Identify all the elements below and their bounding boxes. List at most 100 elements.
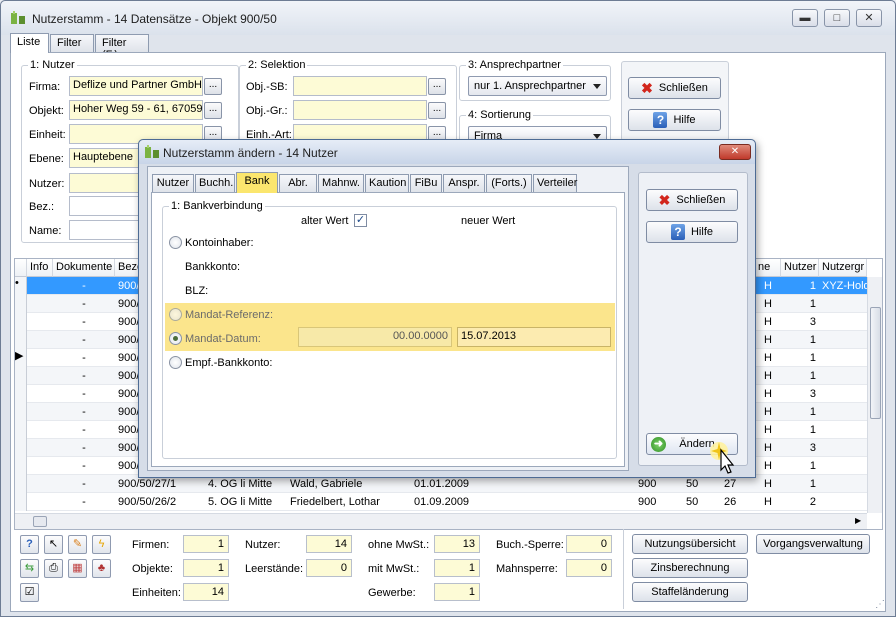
vorgangsverwaltung-button[interactable]: Vorgangsverwaltung — [756, 534, 870, 554]
ebene-cell: H — [764, 280, 772, 292]
mandat-datum-new-field[interactable]: 15.07.2013 — [457, 327, 611, 347]
ebene-cell: H — [764, 496, 772, 508]
title-bar: Nutzerstamm - 14 Datensätze - Objekt 900… — [1, 1, 895, 35]
info-cell — [27, 313, 53, 331]
empf-bankkonto-radio[interactable] — [169, 356, 182, 369]
info-cell — [27, 349, 53, 367]
lightning-icon[interactable]: ϟ — [92, 535, 111, 554]
minimize-button[interactable]: ▬ — [792, 9, 818, 27]
mandat-referenz-radio[interactable] — [169, 308, 182, 321]
cursor-icon[interactable]: ↖ — [44, 535, 63, 554]
objsb-browse-button[interactable]: ... — [428, 78, 446, 95]
vertical-scroll-thumb[interactable] — [870, 307, 881, 419]
tab-nutzer[interactable]: Nutzer — [152, 174, 194, 192]
dokumente-cell: - — [82, 388, 86, 400]
grid-icon[interactable]: ▦ — [68, 559, 87, 578]
mit-mwst-label: mit MwSt.: — [368, 563, 420, 575]
nutzer-field[interactable] — [69, 173, 141, 193]
help-label: Hilfe — [673, 114, 696, 126]
dialog-help-button[interactable]: ? Hilfe — [646, 221, 738, 243]
help-button[interactable]: ? Hilfe — [628, 109, 721, 131]
maximize-button[interactable]: □ — [824, 9, 850, 27]
horizontal-scrollbar[interactable]: ▶ — [15, 513, 867, 529]
dokumente-cell: - — [82, 406, 86, 418]
objekt-label: Objekt: — [29, 105, 64, 117]
pencil-icon[interactable]: ✎ — [68, 535, 87, 554]
firma-field[interactable]: Deflize und Partner GmbH — [69, 76, 203, 96]
app-icon — [11, 11, 25, 24]
grid-header-ebene[interactable]: ne — [755, 259, 781, 277]
close-window-button[interactable]: ✕ — [856, 9, 882, 27]
tab-buchh[interactable]: Buchh. — [195, 174, 235, 192]
staffelaenderung-button[interactable]: Staffeländerung — [632, 582, 748, 602]
grid-header-info[interactable]: Info — [27, 259, 53, 277]
dokumente-cell: - — [82, 442, 86, 454]
checkbox-icon[interactable]: ☑ — [20, 583, 39, 602]
refresh-icon[interactable]: ⇆ — [20, 559, 39, 578]
print-icon[interactable]: ⎙ — [44, 559, 63, 578]
tab-mahnw[interactable]: Mahnw. — [318, 174, 364, 192]
ansprechpartner-select[interactable]: nur 1. Ansprechpartner — [468, 76, 607, 96]
nutzungsuebersicht-button[interactable]: Nutzungsübersicht — [632, 534, 748, 554]
mandat-datum-old-field: 00.00.0000 — [298, 327, 452, 347]
close-button[interactable]: ✖ Schließen — [628, 77, 721, 99]
objgr-browse-button[interactable]: ... — [428, 102, 446, 119]
scroll-right-icon[interactable]: ▶ — [855, 516, 861, 525]
firmen-label: Firmen: — [132, 539, 170, 551]
firmen-count: 1 — [183, 535, 229, 553]
objgr-field[interactable] — [293, 100, 427, 120]
resize-grip-icon[interactable]: ⋰ — [875, 599, 885, 610]
dokumente-cell: - — [82, 316, 86, 328]
nutzergruppe-cell — [819, 457, 867, 475]
gewerbe-count: 1 — [434, 583, 480, 601]
horizontal-scroll-thumb[interactable] — [33, 516, 47, 527]
objekt-field[interactable]: Hoher Weg 59 - 61, 67059 — [69, 100, 203, 120]
code-b-cell: 50 — [686, 496, 699, 508]
kontoinhaber-radio[interactable] — [169, 236, 182, 249]
firma-browse-button[interactable]: ... — [204, 78, 222, 95]
help-icon[interactable]: ? — [20, 535, 39, 554]
tab-liste[interactable]: Liste — [10, 33, 49, 53]
tab-abr[interactable]: Abr. — [279, 174, 317, 192]
row-indicator — [15, 457, 27, 475]
mandat-datum-label: Mandat-Datum: — [185, 333, 261, 345]
nutzergruppe-cell — [819, 295, 867, 313]
nutzer-cell: 2 — [809, 496, 816, 508]
objekt-browse-button[interactable]: ... — [204, 102, 222, 119]
dokumente-cell: - — [82, 460, 86, 472]
close-icon: ✖ — [641, 80, 653, 96]
dialog-close-button[interactable]: ✕ — [719, 144, 751, 160]
zinsberechnung-button[interactable]: Zinsberechnung — [632, 558, 748, 578]
bez-label: Bez.: — [29, 201, 55, 213]
objsb-field[interactable] — [293, 76, 427, 96]
arrow-right-icon: ➜ — [651, 437, 666, 452]
tab-fibu[interactable]: FiBu — [410, 174, 442, 192]
nutzer-cell: 1 — [809, 460, 816, 472]
table-row[interactable]: - 900/50/26/2 5. OG li Mitte Friedelbert, L… — [15, 493, 882, 511]
tab-filter-f[interactable]: Filter (F.) — [95, 34, 149, 61]
dialog-close-label: Schließen — [676, 194, 726, 206]
tab-bank[interactable]: Bank — [236, 172, 278, 193]
grid-header-nutzer[interactable]: Nutzer — [781, 259, 819, 277]
users-icon[interactable]: ♣ — [92, 559, 111, 578]
code-c-cell: 26 — [724, 496, 737, 508]
tab-kaution[interactable]: Kaution — [365, 174, 409, 192]
dialog-close-action-button[interactable]: ✖ Schließen — [646, 189, 738, 211]
ebene-field[interactable]: Hauptebene — [69, 148, 141, 168]
tab-filter[interactable]: Filter — [50, 34, 94, 52]
grid-header-dokumente[interactable]: Dokumente — [53, 259, 115, 277]
name-field[interactable] — [69, 220, 141, 240]
mahnsperre-label: Mahnsperre: — [496, 563, 558, 575]
grid-header-nutzergruppe[interactable]: Nutzergr — [819, 259, 867, 277]
nutzer-cell: 3 — [809, 316, 816, 328]
tab-verteiler[interactable]: Verteiler — [533, 174, 577, 192]
alter-wert-checkbox[interactable]: ✓ — [354, 214, 367, 227]
tab-forts[interactable]: (Forts.) — [486, 174, 532, 192]
vertical-scrollbar[interactable] — [867, 277, 882, 513]
grid-header-indicator — [15, 259, 27, 277]
nutzer-cell: 1 — [809, 478, 816, 490]
mandat-datum-radio[interactable] — [169, 332, 182, 345]
bez-field[interactable] — [69, 196, 141, 216]
ohne-mwst-count: 13 — [434, 535, 480, 553]
tab-anspr[interactable]: Anspr. — [443, 174, 485, 192]
